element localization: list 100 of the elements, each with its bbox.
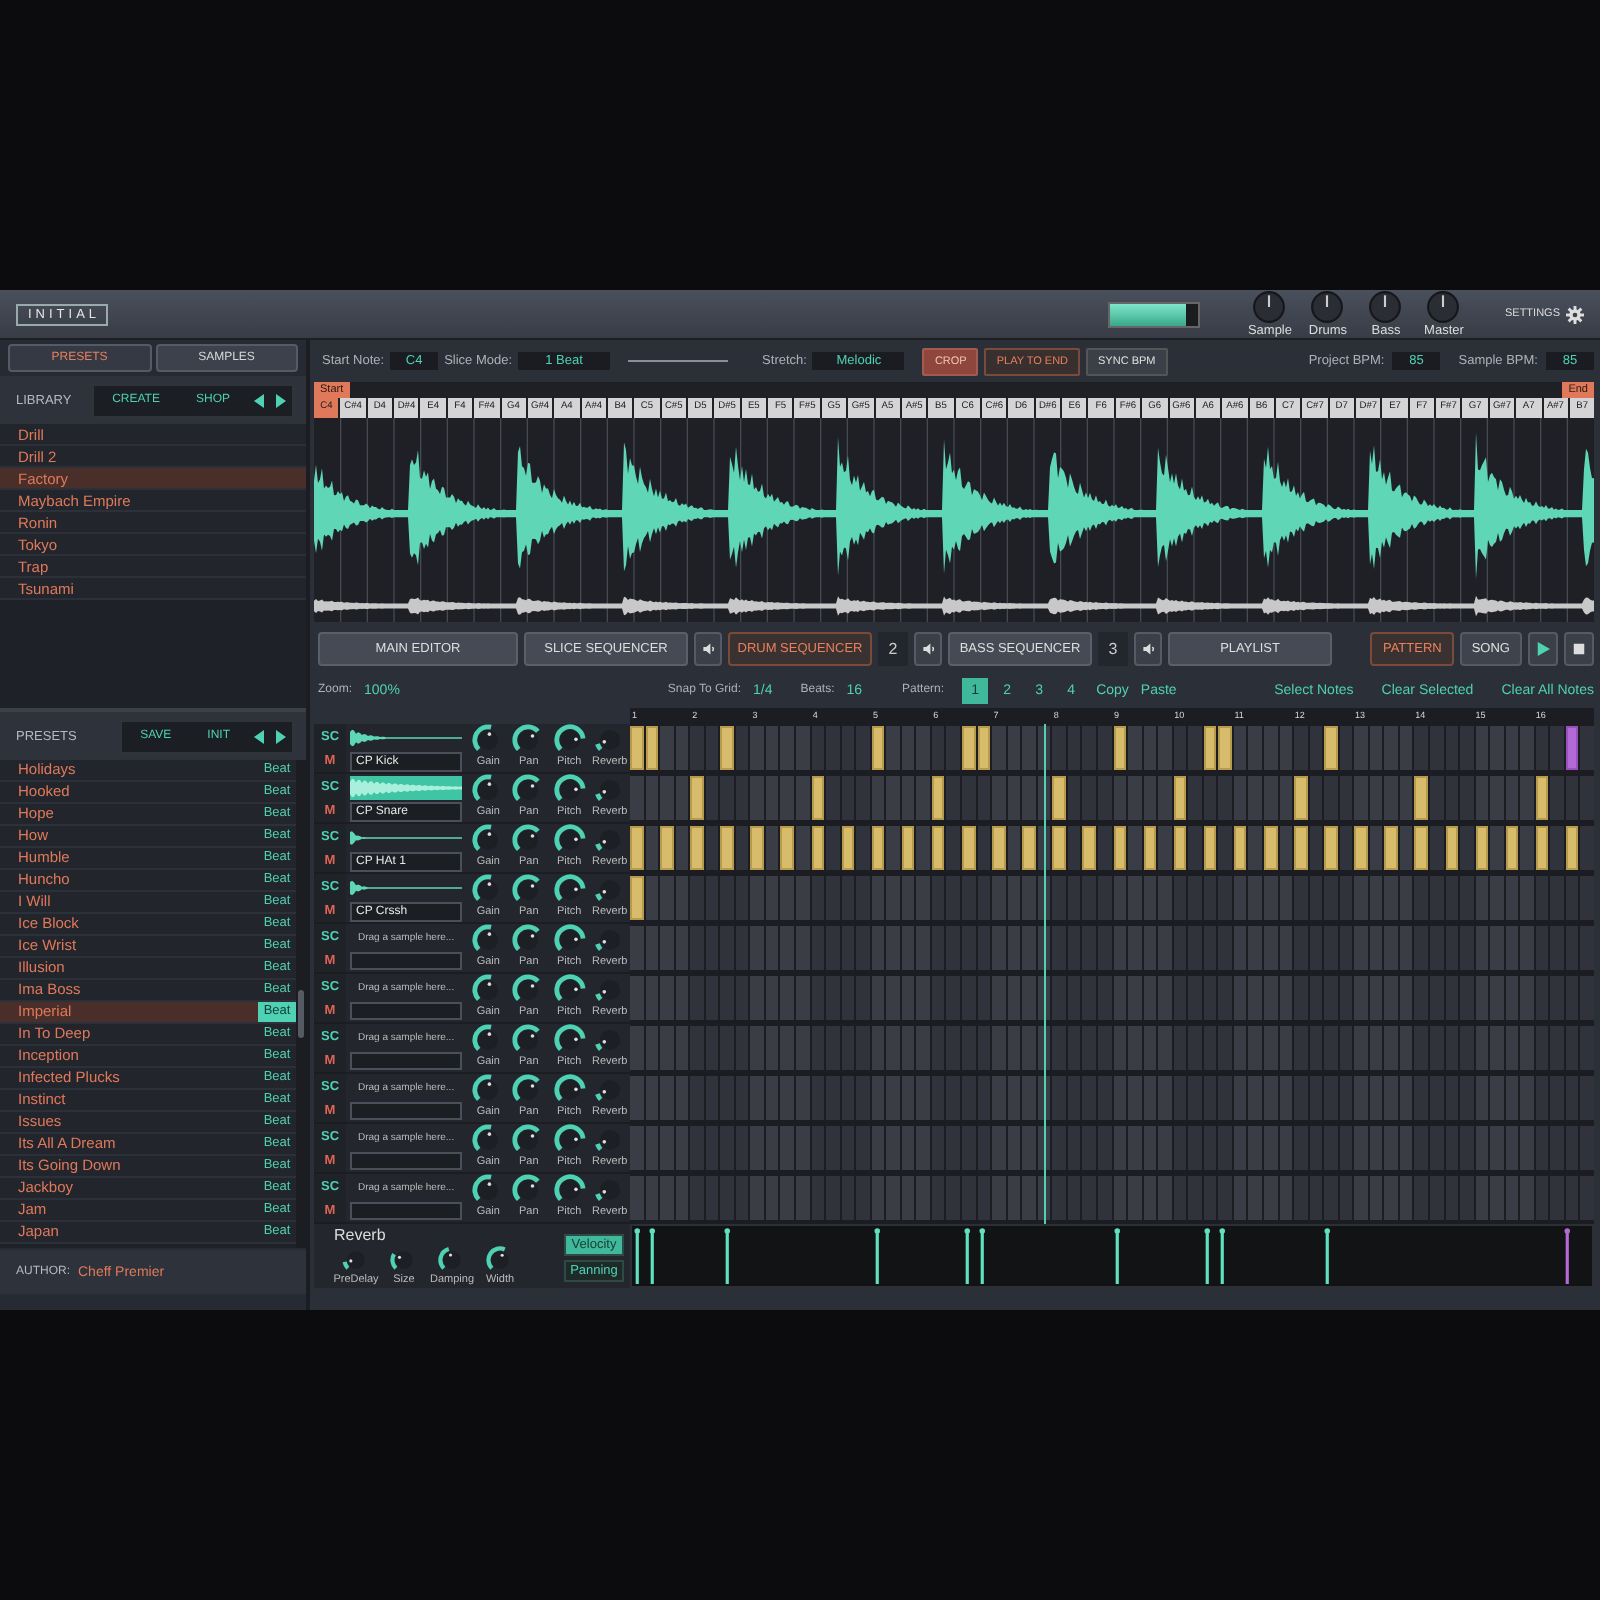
sample-preview[interactable] xyxy=(350,826,462,850)
note-block[interactable] xyxy=(977,726,991,770)
note-block[interactable] xyxy=(1565,726,1579,770)
knob[interactable] xyxy=(593,924,626,956)
knob[interactable] xyxy=(593,874,626,906)
knob[interactable] xyxy=(593,774,626,806)
velocity-bar[interactable] xyxy=(649,1228,656,1284)
knob[interactable] xyxy=(512,724,545,756)
play-icon xyxy=(1536,642,1550,656)
settings-icon[interactable] xyxy=(1566,305,1584,323)
note-block[interactable] xyxy=(1445,826,1459,870)
note-block[interactable] xyxy=(811,776,825,820)
playhead-line[interactable] xyxy=(1044,724,1047,1224)
speaker-button[interactable] xyxy=(1134,632,1162,666)
knob[interactable] xyxy=(512,924,545,956)
knob[interactable] xyxy=(553,1074,586,1106)
knob[interactable] xyxy=(553,1124,586,1156)
sample-name-field[interactable] xyxy=(350,1152,462,1170)
knob[interactable] xyxy=(486,1246,514,1274)
knob[interactable] xyxy=(553,924,586,956)
velocity-bar[interactable] xyxy=(1114,1228,1121,1284)
note-block[interactable] xyxy=(931,776,945,820)
velocity-bar[interactable] xyxy=(1204,1228,1211,1284)
velocity-bar[interactable] xyxy=(874,1228,881,1284)
knob[interactable] xyxy=(593,1074,626,1106)
knob[interactable] xyxy=(512,1174,545,1206)
knob[interactable] xyxy=(553,724,586,756)
sample-name-field[interactable] xyxy=(350,1052,462,1070)
scrollbar[interactable] xyxy=(296,760,306,1248)
knob[interactable] xyxy=(512,874,545,906)
knob[interactable] xyxy=(593,724,626,756)
note-block[interactable] xyxy=(645,726,659,770)
velocity-bar[interactable] xyxy=(964,1228,971,1284)
note-block[interactable] xyxy=(1143,826,1157,870)
note-block[interactable] xyxy=(1203,726,1217,770)
note-block[interactable] xyxy=(1113,726,1127,770)
note-block[interactable] xyxy=(1535,776,1549,820)
note-block[interactable] xyxy=(1263,826,1278,870)
knob[interactable] xyxy=(390,1246,418,1274)
note-block[interactable] xyxy=(1505,826,1519,870)
knob[interactable] xyxy=(593,1024,626,1056)
knob[interactable] xyxy=(553,974,586,1006)
velocity-bar[interactable] xyxy=(979,1228,986,1284)
note-block[interactable] xyxy=(871,826,885,870)
note-block[interactable] xyxy=(871,726,885,770)
knob[interactable] xyxy=(512,1024,545,1056)
scrollbar-thumb[interactable] xyxy=(298,990,304,1038)
note-block[interactable] xyxy=(931,826,945,870)
note-block[interactable] xyxy=(1203,826,1217,870)
sample-preview[interactable] xyxy=(350,876,462,900)
knob[interactable] xyxy=(342,1246,370,1274)
knob[interactable] xyxy=(553,1174,586,1206)
reverb-title: Reverb xyxy=(334,1226,388,1246)
knob[interactable] xyxy=(593,1124,626,1156)
knob[interactable] xyxy=(553,1024,586,1056)
note-block[interactable] xyxy=(1535,826,1549,870)
sample-name-field[interactable] xyxy=(350,1202,462,1220)
sample-preview[interactable] xyxy=(350,726,462,750)
knob[interactable] xyxy=(512,774,545,806)
knob[interactable] xyxy=(512,824,545,856)
note-block[interactable] xyxy=(780,826,795,870)
velocity-bar[interactable] xyxy=(634,1228,641,1284)
stop-button[interactable] xyxy=(1564,632,1594,666)
sample-name-field[interactable] xyxy=(350,952,462,970)
speaker-button[interactable] xyxy=(694,632,722,666)
knob[interactable] xyxy=(512,1074,545,1106)
note-block[interactable] xyxy=(811,826,825,870)
triangle-left-icon xyxy=(254,729,264,743)
knob[interactable] xyxy=(553,824,586,856)
note-block[interactable] xyxy=(901,826,915,870)
knob[interactable] xyxy=(593,824,626,856)
note-block[interactable] xyxy=(1475,826,1489,870)
triangle-right-icon xyxy=(276,729,286,743)
knob[interactable] xyxy=(512,974,545,1006)
note-block[interactable] xyxy=(1233,826,1247,870)
note-block[interactable] xyxy=(1113,826,1127,870)
triangle-right-icon xyxy=(276,393,286,407)
knob[interactable] xyxy=(512,1124,545,1156)
knob[interactable] xyxy=(553,874,586,906)
speaker-icon xyxy=(921,642,935,656)
knob[interactable] xyxy=(593,974,626,1006)
play-button[interactable] xyxy=(1528,632,1558,666)
sample-name-field[interactable] xyxy=(350,1102,462,1120)
speaker-button[interactable] xyxy=(914,632,942,666)
sample-name-field[interactable] xyxy=(350,1002,462,1020)
note-block[interactable] xyxy=(1565,826,1579,870)
velocity-bar[interactable] xyxy=(1324,1228,1331,1284)
channel-number: 3 xyxy=(1098,632,1128,666)
note-block[interactable] xyxy=(1173,776,1187,820)
velocity-bar[interactable] xyxy=(1564,1228,1571,1284)
waveform-icon xyxy=(350,726,462,750)
knob[interactable] xyxy=(438,1246,466,1274)
velocity-bar[interactable] xyxy=(1219,1228,1226,1284)
knob[interactable] xyxy=(593,1174,626,1206)
knob[interactable] xyxy=(553,774,586,806)
channel-number: 2 xyxy=(878,632,908,666)
note-block[interactable] xyxy=(841,826,855,870)
note-block[interactable] xyxy=(1173,826,1187,870)
speaker-icon xyxy=(1141,642,1155,656)
velocity-bar[interactable] xyxy=(724,1228,731,1284)
